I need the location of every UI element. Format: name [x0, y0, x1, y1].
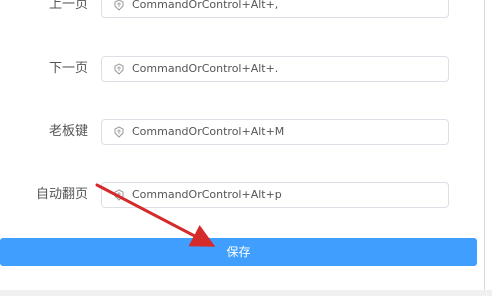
- keyboard-icon: [114, 189, 124, 201]
- next-page-shortcut-value: CommandOrControl+Alt+.: [132, 62, 279, 75]
- auto-page-turn-shortcut-value: CommandOrControl+Alt+p: [132, 188, 282, 201]
- shortcut-settings-panel: 上一页 CommandOrControl+Alt+, 下一页 CommandOr…: [0, 0, 492, 296]
- auto-page-turn-shortcut-input[interactable]: CommandOrControl+Alt+p: [101, 182, 449, 208]
- previous-page-shortcut-input[interactable]: CommandOrControl+Alt+,: [101, 0, 449, 18]
- boss-key-shortcut-input[interactable]: CommandOrControl+Alt+M: [101, 119, 449, 145]
- panel-right-border: [484, 0, 485, 290]
- save-button[interactable]: 保存: [0, 238, 477, 266]
- label-previous-page: 上一页: [48, 0, 88, 12]
- next-page-shortcut-input[interactable]: CommandOrControl+Alt+.: [101, 56, 449, 82]
- panel-bottom-shade: [0, 290, 492, 296]
- label-next-page: 下一页: [48, 61, 88, 76]
- label-auto-page-turn: 自动翻页: [35, 187, 88, 202]
- boss-key-shortcut-value: CommandOrControl+Alt+M: [132, 125, 285, 138]
- label-boss-key: 老板键: [48, 124, 88, 139]
- previous-page-shortcut-value: CommandOrControl+Alt+,: [132, 0, 279, 11]
- keyboard-icon: [114, 0, 124, 11]
- keyboard-icon: [114, 63, 124, 75]
- keyboard-icon: [114, 126, 124, 138]
